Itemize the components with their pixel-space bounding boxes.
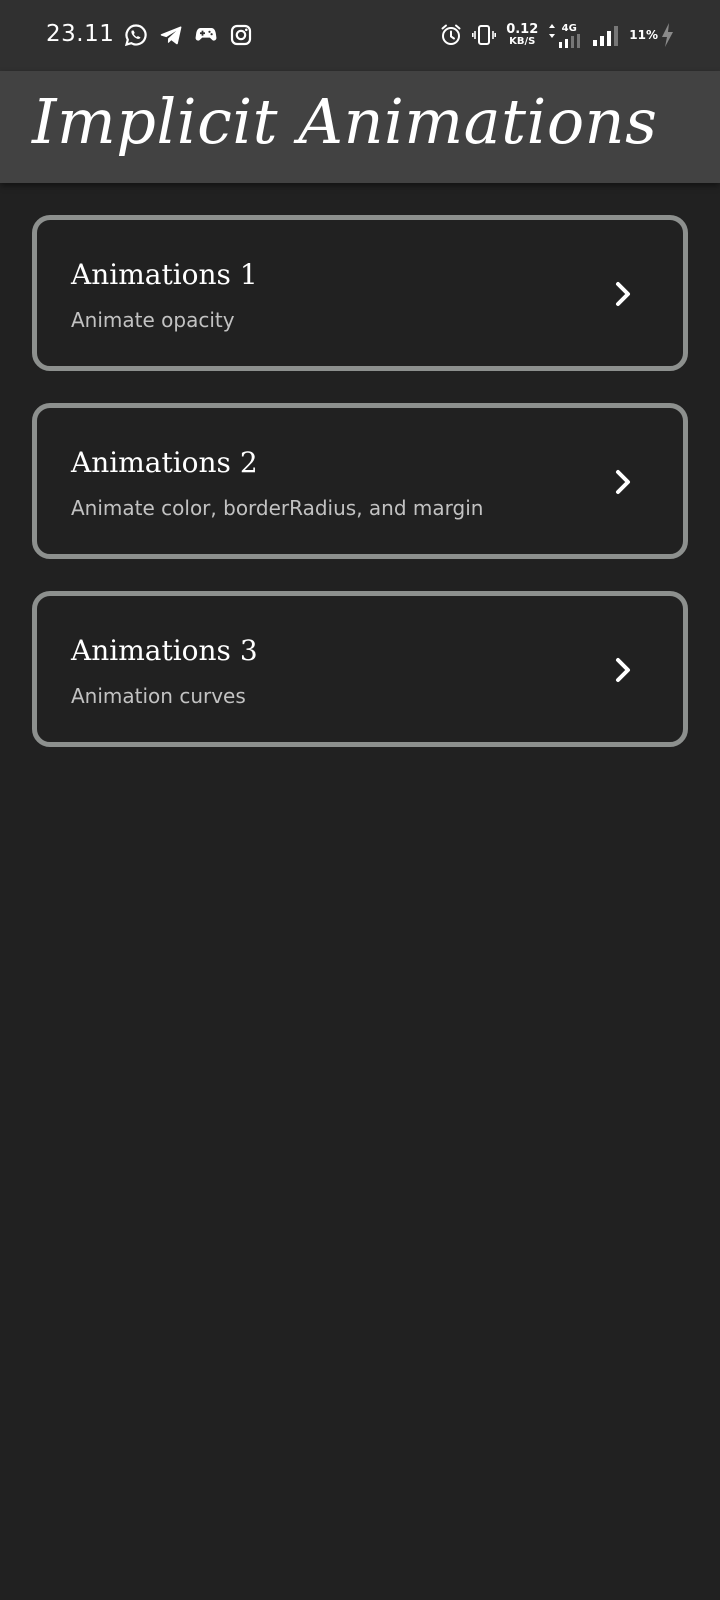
chevron-right-icon: [616, 282, 630, 306]
list-item-title: Animations 2: [71, 446, 258, 479]
list-item-title: Animations 3: [71, 634, 258, 667]
data-arrows-icon: [549, 23, 556, 38]
list-item-subtitle: Animate opacity: [71, 308, 235, 332]
charging-icon: [662, 23, 673, 47]
system-status-icons: 0.12 KB/S 4G 11%: [440, 20, 674, 50]
network-type: 4G: [561, 22, 577, 34]
app-bar: Implicit Animations: [0, 71, 720, 183]
alarm-icon: [441, 24, 461, 45]
list-item-subtitle: Animate color, borderRadius, and margin: [71, 496, 484, 520]
list-item-subtitle: Animation curves: [71, 684, 246, 708]
notification-icons: [124, 23, 253, 47]
chevron-right-icon: [616, 470, 630, 494]
battery-level: 11%: [629, 28, 658, 42]
mobile-data-indicator: 4G: [548, 23, 581, 48]
whatsapp-icon: [124, 24, 147, 47]
network-speed: 0.12 KB/S: [506, 23, 538, 47]
network-speed-unit: KB/S: [509, 36, 536, 47]
signal-bars-sim1-icon: [559, 33, 581, 48]
network-speed-value: 0.12: [506, 22, 539, 37]
telegram-icon: [160, 26, 182, 45]
list-item-animations-1[interactable]: Animations 1 Animate opacity: [32, 215, 688, 371]
page-title: Implicit Animations: [32, 85, 658, 158]
list-item-animations-3[interactable]: Animations 3 Animation curves: [32, 591, 688, 747]
signal-icon: [593, 26, 619, 46]
list-item-title: Animations 1: [71, 258, 258, 291]
gamepad-icon: [195, 28, 217, 41]
instagram-icon: [230, 24, 252, 46]
status-bar: 23.11 0.12 KB/S 4G 11%: [0, 0, 720, 71]
list-item-animations-2[interactable]: Animations 2 Animate color, borderRadius…: [32, 403, 688, 559]
chevron-right-icon: [616, 658, 630, 682]
vibrate-icon: [472, 25, 497, 45]
status-time: 23.11: [46, 21, 115, 47]
